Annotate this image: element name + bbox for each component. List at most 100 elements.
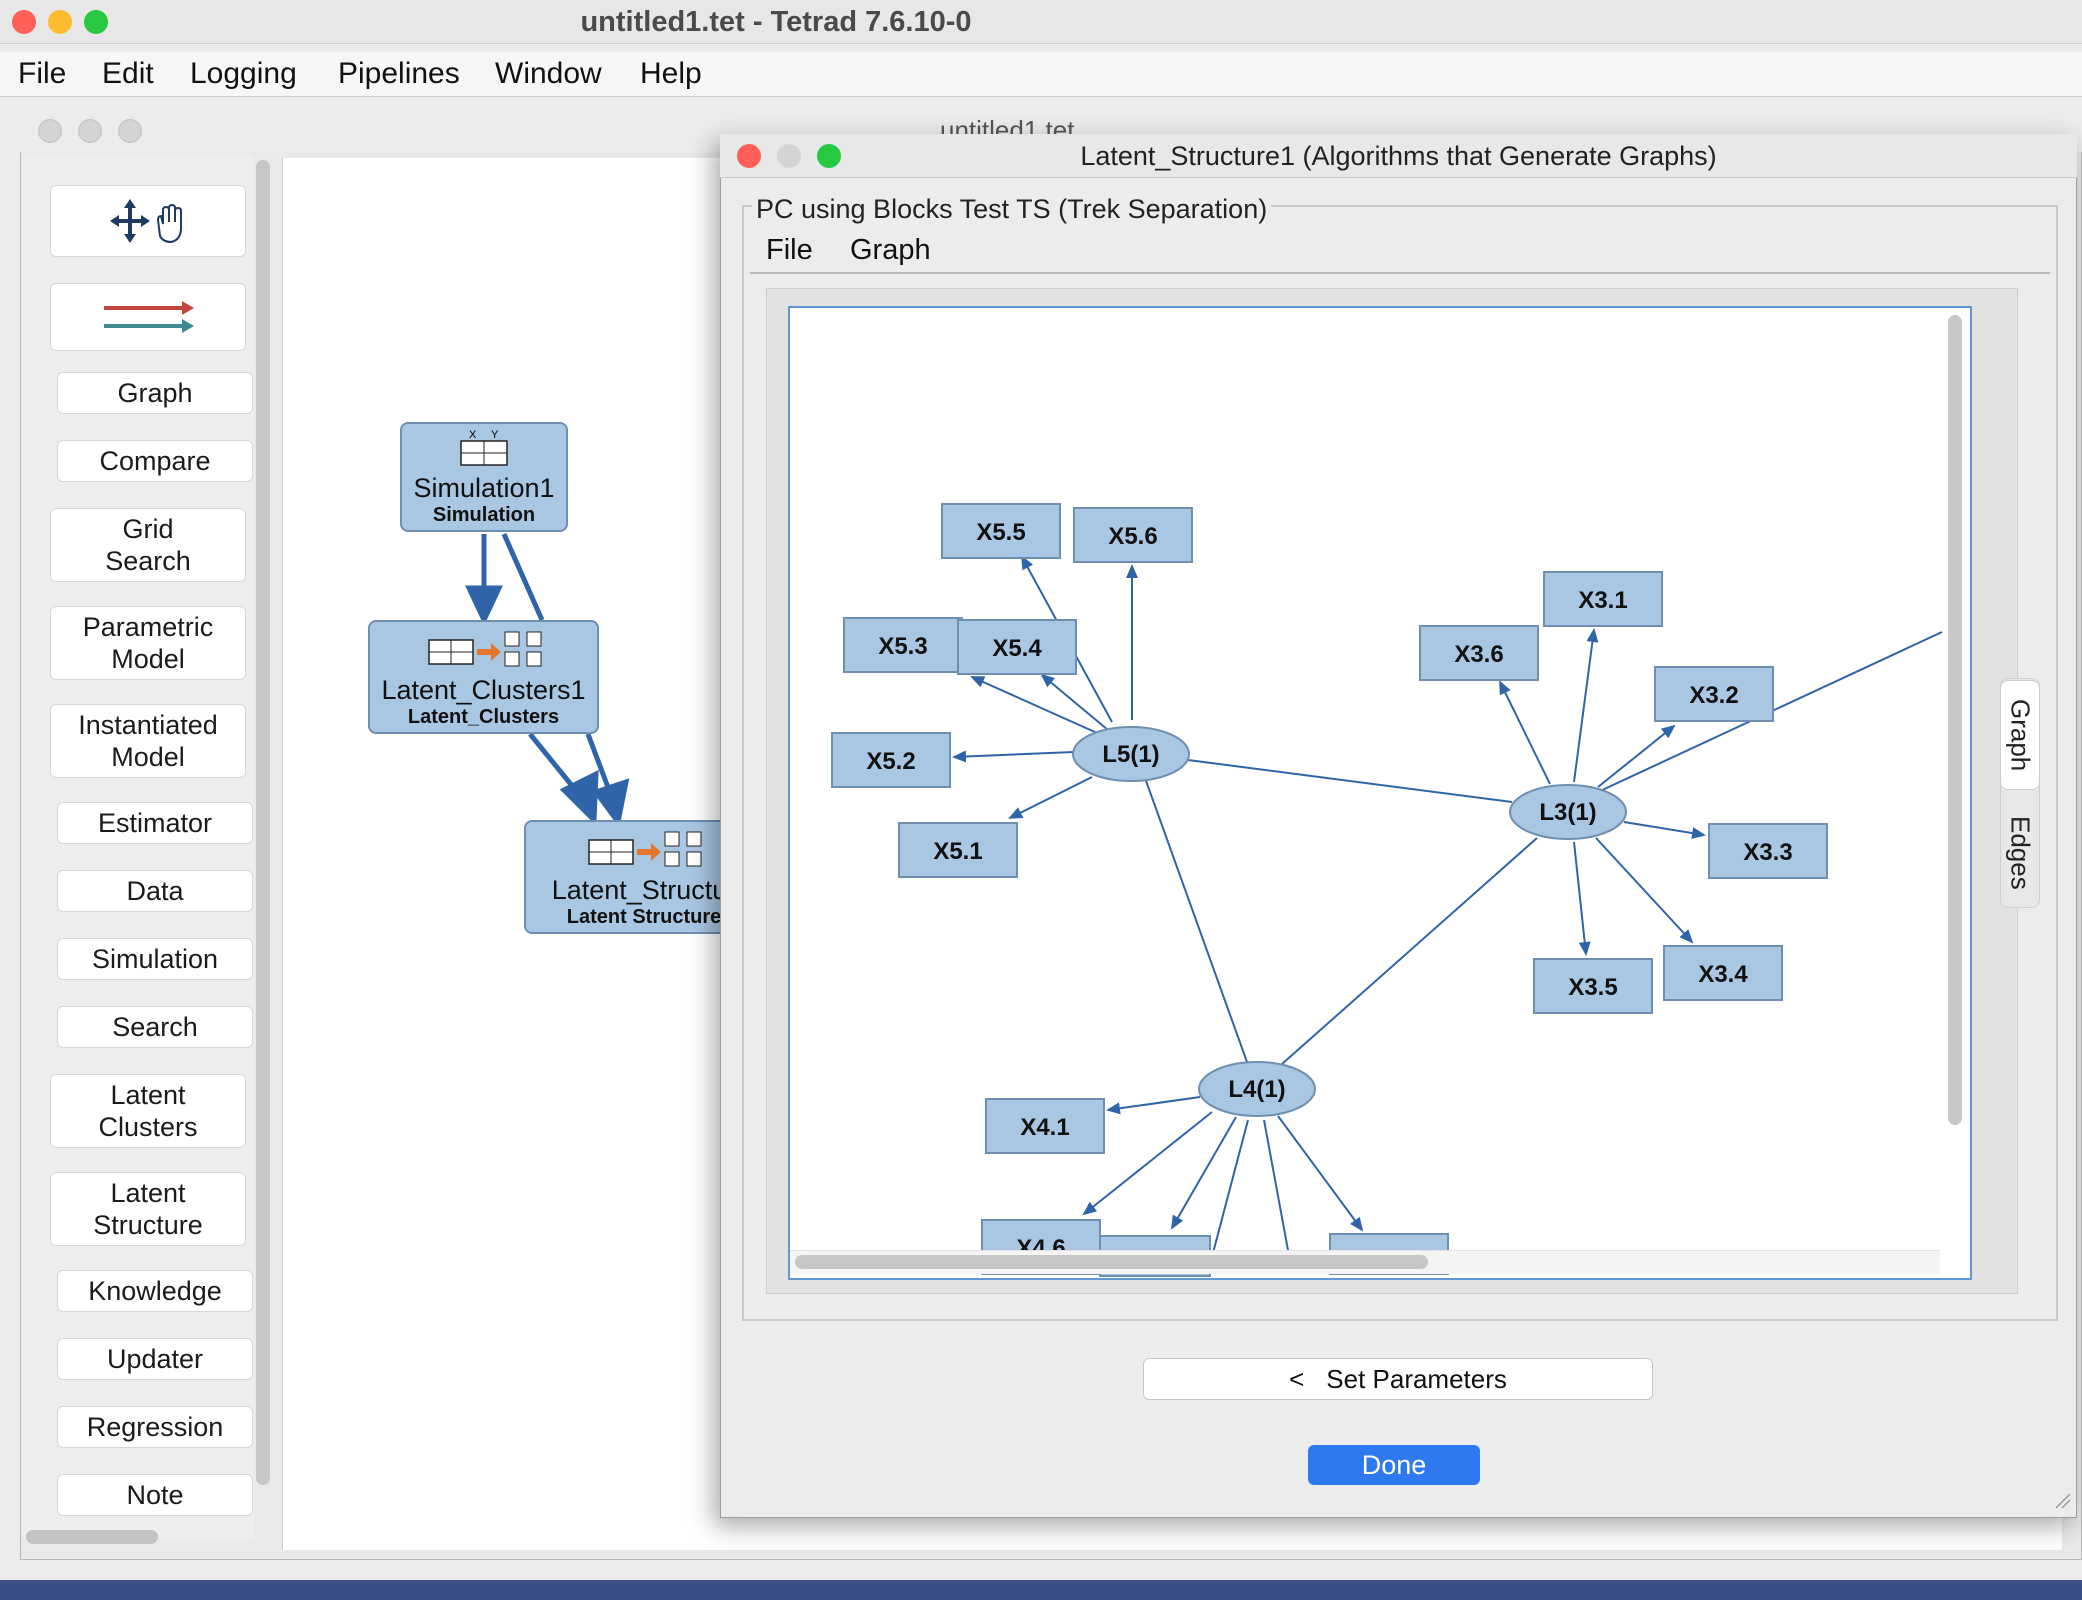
edge-l3-x36 xyxy=(1499,680,1551,785)
graph-node-x32[interactable]: X3.2 xyxy=(1654,666,1774,722)
chevron-left-icon: < xyxy=(1289,1363,1305,1394)
graph-horizontal-scrollbar[interactable] xyxy=(795,1255,1428,1269)
edge-tool[interactable] xyxy=(50,283,246,351)
menu-pipelines[interactable]: Pipelines xyxy=(338,57,460,91)
menu-file[interactable]: File xyxy=(18,57,66,91)
graph-node-x34[interactable]: X3.4 xyxy=(1663,945,1783,1001)
svg-text:X: X xyxy=(469,429,477,441)
select-move-tool[interactable] xyxy=(50,185,246,257)
menu-logging[interactable]: Logging xyxy=(190,57,297,91)
edge-l3-x33 xyxy=(1623,821,1706,839)
edge-l5-x52 xyxy=(952,750,1075,763)
graph-node-label: X4.1 xyxy=(1020,1114,1069,1141)
resize-grip-icon[interactable] xyxy=(2052,1490,2072,1510)
graph-node-x53[interactable]: X5.3 xyxy=(843,617,963,673)
palette-graph-button[interactable]: Graph xyxy=(57,372,253,414)
tab-edges[interactable]: Edges xyxy=(2000,800,2040,906)
palette-grid-search-button[interactable]: Grid Search xyxy=(50,508,246,582)
svg-text:Y: Y xyxy=(491,429,499,441)
palette-compare-label: Compare xyxy=(99,446,211,476)
graph-node-label: X5.4 xyxy=(992,635,1042,662)
edge-l3-l4 xyxy=(1281,837,1538,1065)
palette-regression-button[interactable]: Regression xyxy=(57,1406,253,1448)
edge-l3-x35 xyxy=(1573,841,1591,956)
graph-node-l4[interactable]: L4(1) xyxy=(1198,1061,1316,1117)
palette-search-button[interactable]: Search xyxy=(57,1006,253,1048)
palette-simulation-button[interactable]: Simulation xyxy=(57,938,253,980)
workspace-node-simulation[interactable]: X Y Simulation1 Simulation xyxy=(400,422,568,532)
palette-search-label: Search xyxy=(112,1012,198,1042)
palette-latent-clusters-button[interactable]: Latent Clusters xyxy=(50,1074,246,1148)
edge-l3-x34 xyxy=(1595,837,1694,944)
graph-node-label: L3(1) xyxy=(1539,799,1596,826)
dialog-title: Latent_Structure1 (Algorithms that Gener… xyxy=(1080,141,1717,171)
graph-node-label: X3.6 xyxy=(1454,641,1503,668)
edge-l5-x51 xyxy=(1008,776,1093,819)
edge-l5-l4 xyxy=(1144,777,1248,1063)
workspace-node-latent-clusters[interactable]: Latent_Clusters1 Latent_Clusters xyxy=(368,620,599,734)
graph-node-x35[interactable]: X3.5 xyxy=(1533,958,1653,1014)
palette-parametric-model-button[interactable]: Parametric Model xyxy=(50,606,246,680)
palette-grid-search-label: Grid Search xyxy=(105,514,191,576)
graph-node-l3[interactable]: L3(1) xyxy=(1509,784,1627,840)
graph-node-label: L5(1) xyxy=(1102,741,1159,768)
graph-vertical-scrollbar[interactable] xyxy=(1948,315,1962,1125)
graph-node-x51[interactable]: X5.1 xyxy=(898,822,1018,878)
graph-node-label: X5.5 xyxy=(976,519,1025,546)
menu-window[interactable]: Window xyxy=(495,57,602,91)
set-parameters-label: Set Parameters xyxy=(1326,1363,1507,1394)
palette-regression-label: Regression xyxy=(86,1412,224,1442)
dialog-menu-file[interactable]: File xyxy=(766,234,813,267)
graph-node-x36[interactable]: X3.6 xyxy=(1419,625,1539,681)
desktop-strip xyxy=(0,1580,2082,1600)
graph-node-x55[interactable]: X5.5 xyxy=(941,503,1061,559)
edge-l5-x53 xyxy=(970,676,1107,738)
graph-node-x52[interactable]: X5.2 xyxy=(831,732,951,788)
node-name: Latent_Clusters1 xyxy=(381,675,586,705)
graph-canvas[interactable]: L5(1) L3(1) L4(1) X5.5 X5.6 X5.3 X5.4 X5… xyxy=(788,306,1972,1280)
graph-node-x33[interactable]: X3.3 xyxy=(1708,823,1828,879)
session-maximize-button[interactable] xyxy=(118,119,142,143)
select-move-icon xyxy=(110,199,182,244)
graph-node-x54[interactable]: X5.4 xyxy=(957,619,1077,675)
palette-compare-button[interactable]: Compare xyxy=(57,440,253,482)
edge-l4-bottom-a xyxy=(1171,1116,1237,1230)
session-close-button[interactable] xyxy=(38,119,62,143)
menu-bar xyxy=(0,52,2082,97)
graph-node-label: X5.6 xyxy=(1108,523,1157,550)
session-minimize-button[interactable] xyxy=(78,119,102,143)
palette-data-button[interactable]: Data xyxy=(57,870,253,912)
palette-instantiated-model-label: Instantiated Model xyxy=(78,710,218,772)
palette-knowledge-button[interactable]: Knowledge xyxy=(57,1270,253,1312)
graph-node-label: X3.1 xyxy=(1578,587,1627,614)
menu-help[interactable]: Help xyxy=(640,57,702,91)
edge-l5-l3 xyxy=(1187,759,1513,803)
palette-horizontal-scrollbar[interactable] xyxy=(26,1530,158,1544)
palette-latent-structure-button[interactable]: Latent Structure xyxy=(50,1172,246,1246)
palette-knowledge-label: Knowledge xyxy=(88,1276,222,1306)
palette-instantiated-model-button[interactable]: Instantiated Model xyxy=(50,704,246,778)
graph-node-label: X5.3 xyxy=(878,633,927,660)
palette-latent-structure-label: Latent Structure xyxy=(93,1178,203,1240)
menu-edit[interactable]: Edit xyxy=(102,57,154,91)
graph-drawing: L5(1) L3(1) L4(1) X5.5 X5.6 X5.3 X5.4 X5… xyxy=(831,503,1943,1277)
dialog-menu-graph[interactable]: Graph xyxy=(850,234,931,267)
graph-node-x31[interactable]: X3.1 xyxy=(1543,571,1663,627)
graph-node-x41[interactable]: X4.1 xyxy=(985,1098,1105,1154)
done-button[interactable]: Done xyxy=(1308,1445,1480,1485)
edge-l3-x32 xyxy=(1597,724,1676,788)
palette-note-button[interactable]: Note xyxy=(57,1474,253,1516)
algorithm-group-title: PC using Blocks Test TS (Trek Separation… xyxy=(752,194,1272,225)
graph-node-l5[interactable]: L5(1) xyxy=(1072,726,1190,782)
palette-estimator-label: Estimator xyxy=(97,808,213,838)
algorithm-icon xyxy=(427,631,541,667)
graph-node-x56[interactable]: X5.6 xyxy=(1073,507,1193,563)
palette-estimator-button[interactable]: Estimator xyxy=(57,802,253,844)
tab-graph[interactable]: Graph xyxy=(2000,680,2040,790)
set-parameters-button[interactable]: < Set Parameters xyxy=(1143,1358,1653,1400)
graph-node-label: X3.4 xyxy=(1698,961,1748,988)
graph-node-label: X3.5 xyxy=(1568,974,1617,1001)
dialog-menu-bar xyxy=(750,232,2050,274)
palette-updater-button[interactable]: Updater xyxy=(57,1338,253,1380)
palette-vertical-scrollbar[interactable] xyxy=(256,160,270,1485)
